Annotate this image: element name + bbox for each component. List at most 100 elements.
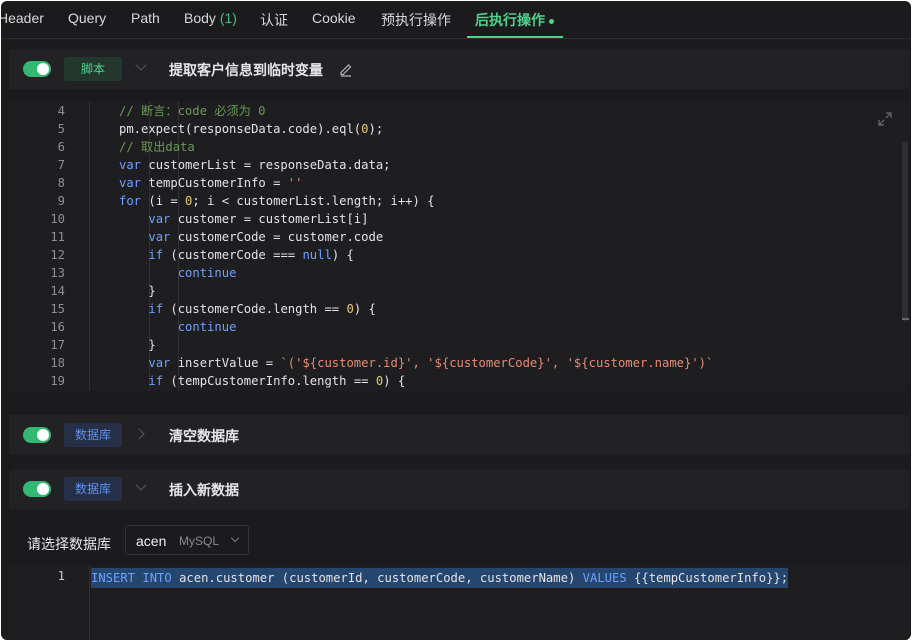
code-text: if (customerCode.length == 0) { — [148, 302, 376, 316]
code-text: var customer = customerList[i] — [148, 212, 369, 226]
code-line: 13 continue — [9, 264, 909, 282]
step-title: 清空数据库 — [169, 428, 239, 444]
code-text: var customerCode = customer.code — [148, 230, 384, 244]
database-select-label: 请选择数据库 — [27, 536, 111, 552]
tab-header[interactable]: Header — [1, 10, 44, 26]
code-text: for (i = 0; i < customerList.length; i++… — [119, 194, 435, 208]
code-line: 9 for (i = 0; i < customerList.length; i+… — [9, 192, 909, 210]
line-number: 17 — [50, 338, 65, 352]
toggle-knob — [37, 63, 49, 75]
step-row-clear-db: 数据库 清空数据库 — [9, 415, 909, 455]
line-number: 11 — [50, 230, 65, 244]
tab-cookie[interactable]: Cookie — [312, 10, 356, 26]
line-number: 18 — [50, 356, 65, 370]
chevron-right-icon[interactable] — [133, 428, 145, 440]
sql-table: acen.customer (customerId, customerCode,… — [179, 571, 576, 585]
code-line: 12 if (customerCode === null) { — [9, 246, 909, 264]
step-enable-toggle[interactable] — [23, 427, 51, 443]
code-text: pm.expect(responseData.code).eql(0); — [119, 122, 384, 136]
chevron-down-icon — [230, 533, 240, 543]
line-number: 5 — [57, 122, 65, 136]
code-line: 8 var tempCustomerInfo = '' — [9, 174, 909, 192]
code-line: 10 var customer = customerList[i] — [9, 210, 909, 228]
script-code-editor[interactable]: 4 // 断言：code 必须为 0 5 pm.expect(responseData… — [9, 101, 909, 391]
chevron-down-icon[interactable] — [135, 59, 147, 71]
line-number: 12 — [50, 248, 65, 262]
line-number: 8 — [57, 176, 65, 190]
code-text: var tempCustomerInfo = '' — [119, 176, 303, 190]
sql-statement: INSERT INTO acen.customer (customerId, c… — [91, 568, 789, 588]
code-line: 14 } — [9, 282, 909, 300]
editor-scrollbar[interactable] — [902, 141, 908, 321]
code-text: } — [119, 338, 156, 352]
tab-auth[interactable]: 认证 — [260, 10, 288, 30]
code-text: var customerList = responseData.data; — [119, 158, 391, 172]
code-line: 19 if (tempCustomerInfo.length == 0) { — [9, 372, 909, 390]
active-tab-indicator — [467, 36, 563, 38]
code-lines: 4 // 断言：code 必须为 0 5 pm.expect(responseData… — [9, 101, 909, 390]
app-window: Header Query Path Body (1) 认证 Cookie 预执行… — [1, 1, 911, 640]
code-line: 16 continue — [9, 318, 909, 336]
sql-keyword: INSERT INTO — [91, 571, 172, 585]
code-line: 18 var insertValue = `('${customer.id}',… — [9, 354, 909, 372]
code-text: continue — [177, 266, 237, 280]
tab-post-operations[interactable]: 后执行操作 — [475, 10, 554, 30]
edit-pencil-icon[interactable] — [338, 61, 354, 77]
line-number: 13 — [50, 266, 65, 280]
step-type-tag: 数据库 — [64, 423, 122, 447]
tab-bar: Header Query Path Body (1) 认证 Cookie 预执行… — [1, 1, 911, 39]
gutter-divider — [89, 565, 90, 640]
step-row-insert-db: 数据库 插入新数据 — [9, 469, 909, 509]
database-select[interactable]: acen MySQL — [125, 525, 249, 555]
code-text: // 取出data — [119, 140, 195, 154]
line-number: 15 — [50, 302, 65, 316]
step-title: 提取客户信息到临时变量 — [169, 62, 323, 78]
code-text: // 断言：code 必须为 0 — [119, 104, 266, 118]
line-number: 9 — [57, 194, 65, 208]
code-line: 6 // 取出data — [9, 138, 909, 156]
step-enable-toggle[interactable] — [23, 481, 51, 497]
tab-post-operations-label: 后执行操作 — [475, 12, 545, 28]
tab-body-count: (1) — [219, 10, 237, 26]
line-number: 1 — [57, 569, 65, 583]
expand-icon[interactable] — [877, 111, 893, 127]
tab-body[interactable]: Body (1) — [184, 10, 237, 26]
code-text: continue — [177, 320, 237, 334]
line-number: 16 — [50, 320, 65, 334]
step-type-tag: 数据库 — [64, 477, 122, 501]
code-line: 15 if (customerCode.length == 0) { — [9, 300, 909, 318]
tab-body-label: Body — [184, 10, 216, 26]
sql-values: {{tempCustomerInfo}}; — [634, 571, 789, 585]
tab-path[interactable]: Path — [131, 10, 160, 26]
code-text: } — [119, 284, 156, 298]
tab-query[interactable]: Query — [68, 10, 106, 26]
database-type: MySQL — [179, 534, 220, 548]
code-text: if (tempCustomerInfo.length == 0) { — [148, 374, 406, 388]
toggle-knob — [37, 483, 49, 495]
database-name: acen — [136, 533, 167, 549]
code-text: if (customerCode === null) { — [148, 248, 354, 262]
tab-pre-operations[interactable]: 预执行操作 — [381, 10, 451, 30]
step-enable-toggle[interactable] — [23, 61, 51, 77]
line-number: 19 — [50, 374, 65, 388]
line-number: 7 — [57, 158, 65, 172]
line-number: 4 — [57, 104, 65, 118]
sql-editor[interactable]: 1 INSERT INTO acen.customer (customerId,… — [9, 565, 909, 640]
line-number: 14 — [50, 284, 65, 298]
step-type-tag: 脚本 — [64, 57, 122, 81]
code-line: 5 pm.expect(responseData.code).eql(0); — [9, 120, 909, 138]
code-line: 11 var customerCode = customer.code — [9, 228, 909, 246]
active-dot-icon — [549, 18, 554, 24]
toggle-knob — [37, 429, 49, 441]
chevron-down-icon[interactable] — [135, 479, 147, 491]
code-text: var insertValue = `('${customer.id}', '$… — [148, 356, 714, 370]
sql-keyword: VALUES — [582, 571, 627, 585]
code-line: 4 // 断言：code 必须为 0 — [9, 102, 909, 120]
code-line: 17 } — [9, 336, 909, 354]
step-row-script: 脚本 提取客户信息到临时变量 — [9, 49, 909, 89]
line-number: 6 — [57, 140, 65, 154]
step-title: 插入新数据 — [169, 482, 239, 498]
line-number: 10 — [50, 212, 65, 226]
code-line: 7 var customerList = responseData.data; — [9, 156, 909, 174]
scroll-position-marker — [902, 318, 909, 320]
